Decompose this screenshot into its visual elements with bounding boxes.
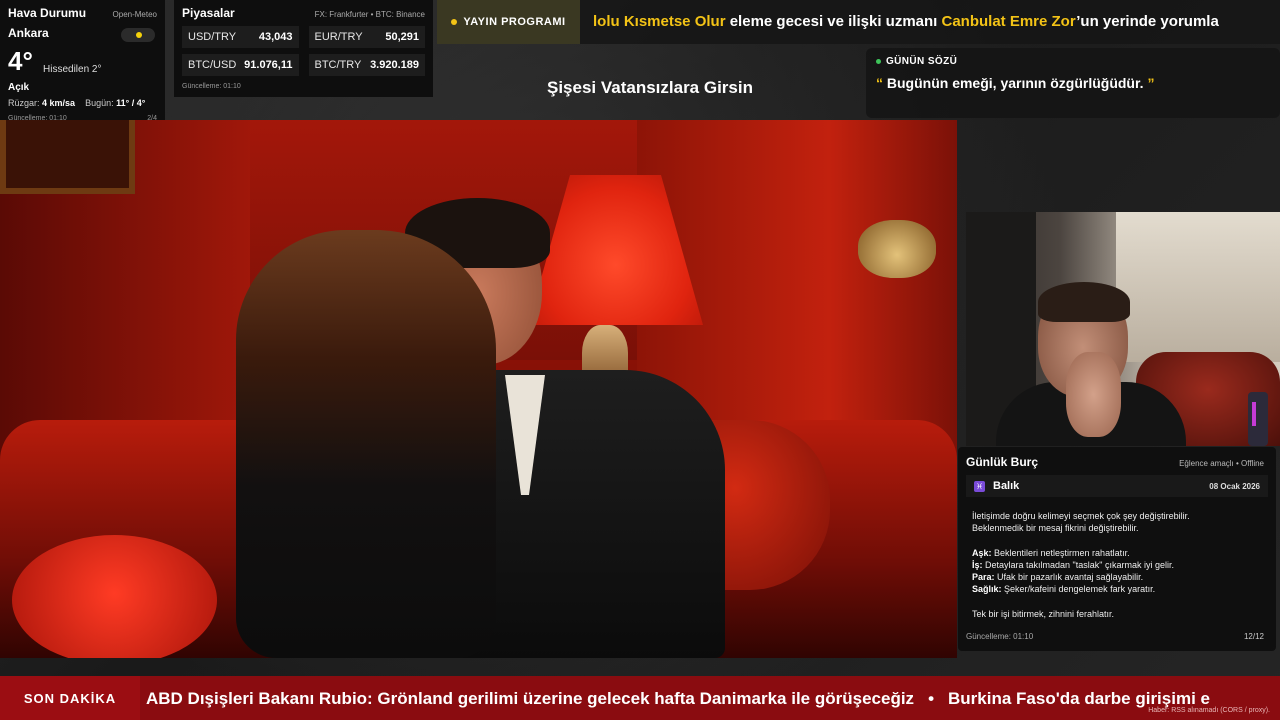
schedule-text: lolu Kısmetse Olur eleme gecesi ve ilişk…	[593, 13, 1219, 30]
pisces-icon: ♓	[974, 480, 985, 492]
breaking-error-status: Haber: RSS alınamadı (CORS / proxy).	[1148, 707, 1270, 714]
markets-source: FX: Frankfurter • BTC: Binance	[314, 10, 425, 19]
wind-label: Rüzgar:	[8, 98, 40, 108]
schedule-highlight-guest: Canbulat Emre Zor	[941, 13, 1077, 30]
schedule-ticker: YAYIN PROGRAMI lolu Kısmetse Olur eleme …	[437, 0, 1280, 44]
horoscope-updated: Güncelleme: 01:10	[966, 632, 1034, 641]
market-item: USD/TRY 43,043	[182, 26, 299, 48]
main-video-feed[interactable]	[0, 120, 957, 658]
weather-feels-like: Hissedilen 2°	[43, 64, 102, 75]
horoscope-money: Para: Ufak bir pazarlık avantaj sağlayab…	[972, 571, 1268, 583]
breaking-text: ABD Dışişleri Bakanı Rubio: Grönland ger…	[146, 689, 1210, 709]
work-label: İş:	[972, 559, 983, 570]
market-label: BTC/TRY	[314, 59, 362, 71]
love-text: Beklentileri netleştirmen rahatlatır.	[991, 547, 1130, 558]
money-text: Ufak bir pazarlık avantaj sağlayabilir.	[994, 572, 1144, 583]
markets-grid: USD/TRY 43,043 EUR/TRY 50,291 BTC/USD 91…	[182, 26, 425, 76]
weather-widget: Hava Durumu Open-Meteo Ankara 4° Hissedi…	[0, 0, 165, 124]
quote-body: Bugünün emeği, yarının özgürlüğüdür.	[883, 75, 1148, 91]
markets-widget: Piyasalar FX: Frankfurter • BTC: Binance…	[174, 0, 433, 97]
schedule-badge: YAYIN PROGRAMI	[437, 0, 580, 44]
horoscope-love: Aşk: Beklentileri netleştirmen rahatlatı…	[972, 547, 1268, 559]
love-label: Aşk:	[972, 547, 992, 558]
breaking-headline: Burkina Faso'da darbe girişimi e	[948, 689, 1210, 708]
horoscope-line: Beklenmedik bir mesaj fikrini değiştireb…	[972, 523, 1139, 534]
status-dot-icon	[876, 59, 881, 64]
weather-status-dot-icon	[121, 28, 155, 42]
markets-updated: Güncelleme: 01:10	[182, 83, 241, 90]
horoscope-widget: Günlük Burç Eğlence amaçlı • Offline ♓ B…	[958, 447, 1276, 651]
market-value: 3.920.189	[370, 59, 419, 71]
webcam-person-hair	[1038, 282, 1130, 322]
webcam-person-hand	[1066, 352, 1121, 437]
horoscope-date: 08 Ocak 2026	[1209, 481, 1260, 491]
video-pillow	[12, 535, 217, 658]
schedule-highlight-show: lolu Kısmetse Olur	[593, 13, 726, 30]
horoscope-sign-row: ♓ Balık 08 Ocak 2026	[966, 475, 1268, 497]
horoscope-health: Sağlık: Şeker/kafeini dengelemek fark ya…	[972, 583, 1268, 595]
market-item: BTC/USD 91.076,11	[182, 54, 299, 76]
schedule-badge-label: YAYIN PROGRAMI	[463, 16, 566, 28]
quote-close-mark: ”	[1147, 75, 1155, 91]
webcam-feed[interactable]	[966, 212, 1280, 446]
market-label: EUR/TRY	[314, 31, 363, 43]
webcam-wall	[1116, 212, 1280, 362]
breaking-separator: •	[928, 689, 935, 708]
weather-condition: Açık	[8, 82, 30, 93]
show-title: Şişesi Vatansızlara Girsin	[546, 78, 753, 97]
video-person-woman	[236, 230, 496, 658]
market-item: BTC/TRY 3.920.189	[308, 54, 425, 76]
microphone-icon	[1248, 392, 1268, 446]
horoscope-page-indicator: 12/12	[1243, 632, 1264, 641]
market-value: 43,043	[258, 31, 293, 43]
work-text: Detaylara takılmadan "taslak" çıkarmak i…	[982, 559, 1174, 570]
breaking-badge: SON DAKİKA	[0, 676, 140, 720]
market-item: EUR/TRY 50,291	[308, 26, 425, 48]
breaking-news-ticker: SON DAKİKA ABD Dışişleri Bakanı Rubio: G…	[0, 676, 1280, 720]
quote-open-mark: “	[876, 75, 883, 91]
quote-text: “ Bugünün emeği, yarının özgürlüğüdür. ”	[876, 75, 1270, 91]
market-label: USD/TRY	[188, 31, 237, 43]
market-label: BTC/USD	[188, 59, 237, 71]
health-label: Sağlık:	[972, 584, 1002, 595]
breaking-headline: ABD Dışişleri Bakanı Rubio: Grönland ger…	[146, 689, 915, 708]
wind-value: 4 km/sa	[42, 98, 76, 108]
horoscope-work: İş: Detaylara takılmadan "taslak" çıkarm…	[972, 559, 1268, 571]
video-vase	[858, 220, 936, 278]
schedule-text-part: ’un yerinde yorumla	[1076, 13, 1219, 30]
horoscope-closing: Tek bir işi bitirmek, zihnini ferahlatır…	[972, 608, 1115, 619]
video-picture-frame	[0, 120, 135, 194]
weather-temperature: 4°	[8, 46, 33, 76]
money-label: Para:	[972, 572, 995, 583]
quote-label: GÜNÜN SÖZÜ	[886, 56, 958, 67]
quote-widget: GÜNÜN SÖZÜ “ Bugünün emeği, yarının özgü…	[866, 48, 1280, 118]
schedule-text-part: eleme gecesi ve ilişki uzmanı	[725, 13, 942, 30]
weather-source: Open-Meteo	[112, 10, 157, 19]
quote-header: GÜNÜN SÖZÜ	[876, 56, 1270, 67]
market-value: 91.076,11	[244, 59, 293, 71]
market-value: 50,291	[385, 31, 419, 43]
horoscope-line: İletişimde doğru kelimeyi seçmek çok şey…	[972, 511, 1190, 521]
today-label: Bugün:	[85, 98, 114, 108]
health-text: Şeker/kafeini dengelemek fark yaratır.	[1001, 584, 1156, 595]
horoscope-tag: Eğlence amaçlı • Offline	[1179, 459, 1264, 468]
live-dot-icon	[451, 19, 458, 25]
horoscope-body: İletişimde doğru kelimeyi seçmek çok şey…	[972, 510, 1268, 620]
weather-details: Rüzgar: 4 km/sa Bugün: 11° / 4°	[8, 98, 145, 108]
today-value: 11° / 4°	[116, 98, 146, 108]
horoscope-sign: Balık	[993, 480, 1020, 492]
